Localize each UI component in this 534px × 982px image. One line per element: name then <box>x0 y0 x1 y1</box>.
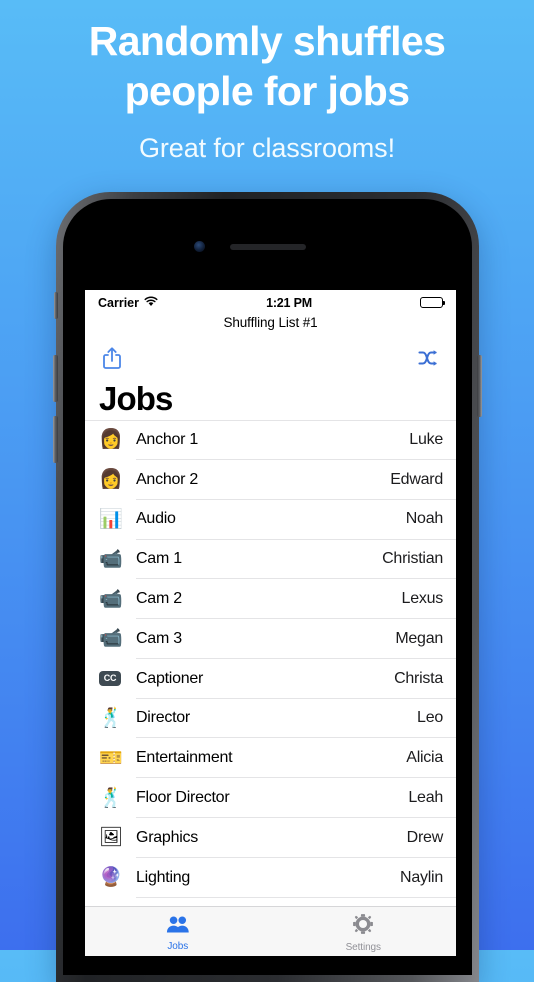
gear-icon <box>352 913 374 940</box>
table-row[interactable]: 🖼 Graphics Drew <box>85 818 456 858</box>
row-job-label: Audio <box>136 510 176 528</box>
row-icon: 👩 <box>99 469 123 491</box>
status-bar-right <box>420 297 446 308</box>
wifi-icon <box>144 296 158 310</box>
row-job-label: Cam 1 <box>136 550 182 568</box>
row-job-label: Floor Director <box>136 789 230 807</box>
table-row[interactable]: 🕺 Floor Director Leah <box>85 778 456 818</box>
row-job-label: Anchor 1 <box>136 430 199 448</box>
row-icon: CC <box>99 671 128 687</box>
row-person-name: Leah <box>408 789 443 807</box>
row-icon: 📹 <box>99 628 123 650</box>
carrier-label: Carrier <box>98 295 139 310</box>
volume-up-button[interactable] <box>53 355 58 402</box>
row-job-label: Graphics <box>136 828 199 846</box>
table-row[interactable]: 📊 Audio Noah <box>85 500 456 540</box>
row-icon: 📊 <box>99 508 123 530</box>
row-job-label: Cam 3 <box>136 629 182 647</box>
nav-bar-title: Shuffling List #1 <box>223 315 318 330</box>
table-row[interactable]: 🔮 Lighting Naylin <box>85 858 456 898</box>
promo-headline-line1: Randomly shuffles <box>88 18 446 64</box>
row-person-name: Christa <box>394 669 443 687</box>
volume-down-button[interactable] <box>53 416 58 463</box>
tab-jobs[interactable]: Jobs <box>85 907 271 956</box>
tab-bar: Jobs Settings <box>85 906 456 956</box>
table-row[interactable]: 📹 Cam 1 Christian <box>85 539 456 579</box>
row-job-label: Entertainment <box>136 749 233 767</box>
table-row[interactable]: 👩 Anchor 2 Edward <box>85 460 456 500</box>
row-person-name: Edward <box>390 470 443 488</box>
row-job-label: Anchor 2 <box>136 470 199 488</box>
power-button[interactable] <box>477 355 482 417</box>
row-person-name: Noah <box>405 510 444 528</box>
row-icon: 🎫 <box>99 747 123 769</box>
row-icon: 👩 <box>99 429 123 451</box>
status-bar-time: 1:21 PM <box>266 295 312 310</box>
table-row[interactable]: 👩 Anchor 1 Luke <box>85 420 456 460</box>
silent-switch-button[interactable] <box>54 292 58 319</box>
phone-screen: Carrier 1:21 PM Shuffling List #1 Jobs 👩… <box>85 290 456 956</box>
battery-full-icon <box>420 297 446 308</box>
page-title: Jobs <box>99 380 173 417</box>
row-icon: 🖼 <box>99 827 124 849</box>
table-row[interactable]: 🎫 Entertainment Alicia <box>85 738 456 778</box>
tab-settings-label: Settings <box>345 942 381 953</box>
row-job-label: Lighting <box>136 868 191 886</box>
row-person-name: Christian <box>382 550 443 568</box>
phone-bezel: Carrier 1:21 PM Shuffling List #1 Jobs 👩… <box>63 199 472 975</box>
row-icon: 🕺 <box>99 707 123 729</box>
row-icon: 🕺 <box>99 787 123 809</box>
closed-captioning-icon: CC <box>99 671 121 687</box>
nav-bar-actions <box>85 338 456 378</box>
row-person-name: Alicia <box>406 749 443 767</box>
promo-banner: Randomly shuffles people for jobs Great … <box>0 0 534 164</box>
promo-subtitle: Great for classrooms! <box>139 133 395 164</box>
row-person-name: Naylin <box>400 868 443 886</box>
table-row[interactable]: CC Captioner Christa <box>85 659 456 699</box>
status-bar-left: Carrier <box>98 296 158 310</box>
status-bar: Carrier 1:21 PM <box>85 290 456 315</box>
table-row[interactable]: 📹 Cam 3 Megan <box>85 619 456 659</box>
row-job-label: Captioner <box>136 669 204 687</box>
shuffle-icon[interactable] <box>416 344 442 372</box>
row-person-name: Megan <box>395 629 443 647</box>
table-row[interactable]: 🕺 Director Leo <box>85 699 456 739</box>
promo-headline: Randomly shuffles people for jobs <box>0 16 534 116</box>
row-person-name: Luke <box>409 430 443 448</box>
front-camera-icon <box>194 241 205 252</box>
jobs-list[interactable]: 👩 Anchor 1 Luke 👩 Anchor 2 Edward 📊 Audi… <box>85 420 456 906</box>
phone-device: Carrier 1:21 PM Shuffling List #1 Jobs 👩… <box>53 192 482 982</box>
table-row[interactable]: 📹 Cam 2 Lexus <box>85 579 456 619</box>
share-icon[interactable] <box>99 344 125 372</box>
row-icon: 📹 <box>99 548 123 570</box>
people-icon <box>166 915 190 939</box>
row-icon: 🔮 <box>99 867 123 889</box>
row-job-label: Cam 2 <box>136 590 182 608</box>
earpiece-speaker <box>230 244 306 250</box>
row-icon: 📹 <box>99 588 123 610</box>
row-person-name: Lexus <box>401 590 444 608</box>
tab-settings[interactable]: Settings <box>271 907 457 956</box>
row-person-name: Drew <box>406 828 444 846</box>
row-person-name: Leo <box>417 709 443 727</box>
row-job-label: Director <box>136 709 191 727</box>
promo-headline-line2: people for jobs <box>124 68 410 115</box>
